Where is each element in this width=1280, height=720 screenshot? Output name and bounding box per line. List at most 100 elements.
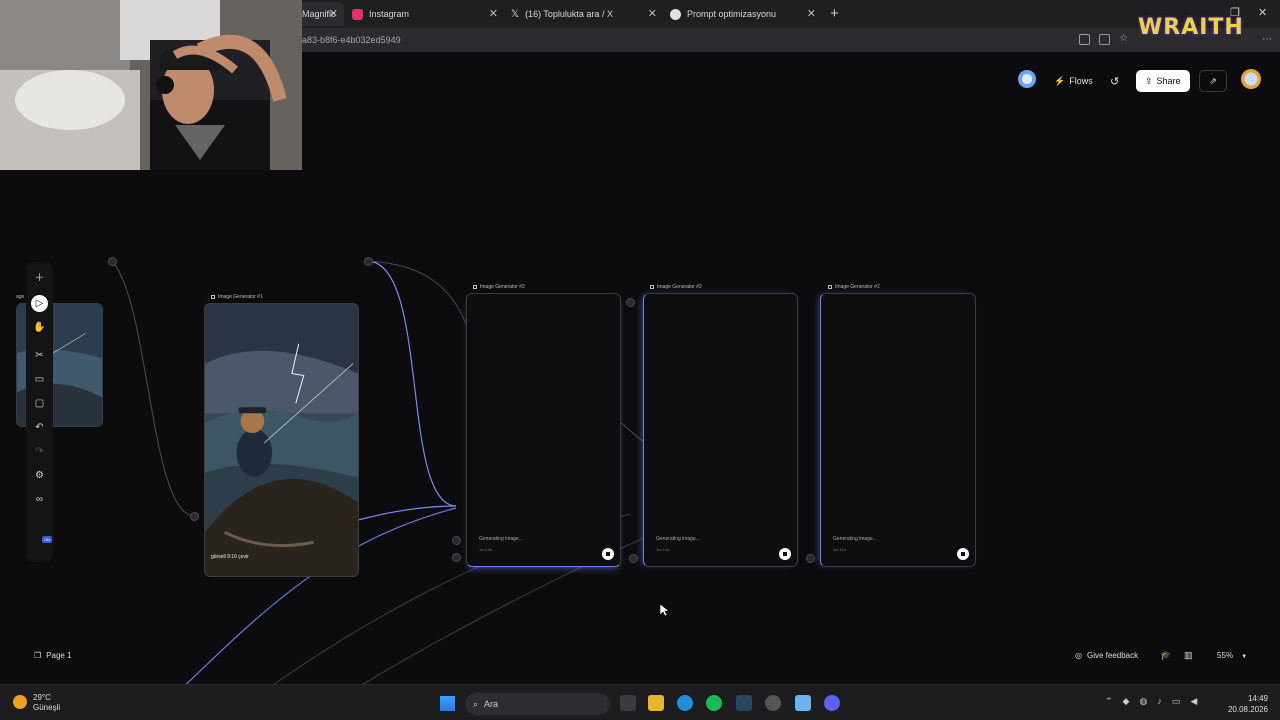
webcam-feed-image bbox=[0, 0, 302, 170]
taskbar-search[interactable]: ⌕ Ara bbox=[465, 693, 610, 715]
generating-status: Generating image... bbox=[656, 536, 700, 542]
image-generator-2a-node[interactable]: Generating image... 1m 12s bbox=[466, 293, 621, 567]
lightning-icon: ⚡ bbox=[1054, 75, 1066, 86]
input-port[interactable] bbox=[629, 554, 638, 563]
mouse-cursor-icon bbox=[659, 603, 669, 617]
node-title-label: Image Generator #2 bbox=[835, 284, 880, 290]
image-generator-1-node[interactable]: görseli 9:16 çevir bbox=[204, 303, 359, 577]
connection-line bbox=[367, 260, 467, 325]
new-tab-button[interactable]: + bbox=[830, 5, 839, 22]
collaborator-avatar[interactable] bbox=[1018, 70, 1036, 88]
volume-icon[interactable]: ◀ bbox=[1190, 696, 1197, 707]
discord-icon[interactable] bbox=[824, 695, 840, 711]
stop-button[interactable] bbox=[779, 548, 791, 560]
close-icon[interactable]: ✕ bbox=[489, 7, 498, 20]
edge-icon[interactable] bbox=[677, 695, 693, 711]
select-icon[interactable]: ▷ bbox=[31, 295, 48, 312]
spotify-icon[interactable] bbox=[706, 695, 722, 711]
feedback-button[interactable]: ◎ Give feedback bbox=[1075, 651, 1138, 660]
undo-icon[interactable]: ↶ bbox=[31, 419, 48, 436]
reader-icon[interactable] bbox=[1099, 34, 1110, 45]
input-port[interactable] bbox=[452, 536, 461, 545]
steam-icon[interactable] bbox=[736, 695, 752, 711]
tab-label: Prompt optimizasyonu bbox=[687, 9, 777, 19]
more-icon[interactable]: ⋯ bbox=[1262, 34, 1272, 45]
feedback-label: Give feedback bbox=[1086, 651, 1139, 660]
steam-tray-icon[interactable]: ◆ bbox=[1123, 696, 1130, 707]
output-port[interactable] bbox=[364, 257, 373, 266]
output-port[interactable] bbox=[108, 257, 117, 266]
image-generator-2b-node[interactable]: Generating image... 1m 12s bbox=[643, 293, 798, 567]
image-icon bbox=[650, 285, 654, 289]
tab-magnific[interactable]: Magnific ✕ bbox=[296, 2, 344, 26]
page-icon: ❐ bbox=[34, 651, 42, 660]
node-caption: görseli 9:16 çevir bbox=[211, 554, 249, 560]
image-generator-2c-node[interactable]: Generating image... 1m 11s bbox=[820, 293, 976, 567]
node-title-label: Image Generator #2 bbox=[480, 284, 525, 290]
clock-date: 20.08.2026 bbox=[1227, 705, 1268, 714]
sticky-note-icon[interactable]: ▭ bbox=[31, 371, 48, 388]
image-icon bbox=[828, 285, 832, 289]
close-icon[interactable]: ✕ bbox=[329, 7, 338, 20]
task-view-icon[interactable] bbox=[620, 695, 636, 711]
tab-x[interactable]: 𝕏 (16) Toplulukta ara / X ✕ bbox=[505, 2, 663, 26]
microphone-icon[interactable]: ♪ bbox=[1157, 696, 1162, 707]
output-port[interactable] bbox=[626, 298, 635, 307]
file-explorer-icon[interactable] bbox=[648, 695, 664, 711]
stop-button[interactable] bbox=[602, 548, 614, 560]
notepad-icon[interactable] bbox=[795, 695, 811, 711]
tab-instagram[interactable]: Instagram ✕ bbox=[346, 2, 504, 26]
app-icon[interactable] bbox=[765, 695, 781, 711]
favorite-icon[interactable]: ☆ bbox=[1119, 34, 1130, 45]
weather-temp: 29°C bbox=[33, 693, 51, 702]
map-icon[interactable]: ▥ bbox=[1184, 650, 1193, 661]
user-avatar[interactable] bbox=[1241, 69, 1261, 89]
flow-canvas[interactable]: age Image Generator #1 görseli 9:16 çevi… bbox=[0, 104, 1280, 684]
input-port[interactable] bbox=[806, 554, 815, 563]
weather-widget[interactable]: 29°C Güneşli bbox=[33, 693, 60, 713]
settings-icon[interactable]: ⚙ bbox=[31, 467, 48, 484]
feedback-icon: ◎ bbox=[1075, 651, 1082, 660]
image-icon bbox=[473, 285, 477, 289]
flows-button[interactable]: ⚡ Flows bbox=[1054, 70, 1093, 92]
elapsed-time: 1m 11s bbox=[833, 547, 846, 552]
share-button[interactable]: ⇪ Share bbox=[1136, 70, 1190, 92]
clock[interactable]: 14:49 20.08.2026 bbox=[1228, 693, 1268, 715]
input-port[interactable] bbox=[452, 553, 461, 562]
url-field[interactable]: a83-b8f6-e4b032ed5949 bbox=[302, 35, 401, 45]
windows-start-icon[interactable] bbox=[440, 696, 455, 711]
page-selector[interactable]: ❐ Page 1 bbox=[34, 651, 72, 660]
tab-label: (16) Toplulukta ara / X bbox=[525, 9, 613, 19]
close-window-icon[interactable]: ✕ bbox=[1258, 6, 1267, 19]
comment-icon[interactable]: ▢ bbox=[31, 395, 48, 412]
network-icon[interactable]: ◍ bbox=[1139, 696, 1147, 707]
export-button[interactable]: ⇗ bbox=[1199, 70, 1227, 92]
tutorial-icon[interactable]: 🎓 bbox=[1160, 650, 1171, 661]
chevron-up-icon[interactable]: ⌃ bbox=[1105, 696, 1113, 707]
elapsed-time: 1m 12s bbox=[656, 547, 670, 552]
input-port[interactable] bbox=[190, 512, 199, 521]
zoom-control[interactable]: 55% ▼ bbox=[1217, 651, 1247, 660]
node-title: Image Generator #2 bbox=[828, 284, 880, 290]
wraith-logo: WRAITH bbox=[1138, 15, 1244, 40]
webcam-overlay bbox=[0, 0, 302, 170]
left-toolbar: ＋ ▷ ✋ ✂ ▭ ▢ ↶ ↷ ⚙ ∞ bbox=[26, 262, 53, 562]
hand-icon[interactable]: ✋ bbox=[31, 319, 48, 336]
tab-prompt-optimization[interactable]: Prompt optimizasyonu ✕ bbox=[664, 2, 822, 26]
stop-button[interactable] bbox=[957, 548, 969, 560]
flows-label: Flows bbox=[1069, 76, 1093, 86]
translate-icon[interactable] bbox=[1079, 34, 1090, 45]
close-icon[interactable]: ✕ bbox=[807, 7, 816, 20]
scissors-icon[interactable]: ✂ bbox=[31, 347, 48, 364]
history-icon[interactable]: ↺ bbox=[1110, 70, 1119, 92]
node-title-label: Image Generator #2 bbox=[657, 284, 702, 290]
weather-desc: Güneşli bbox=[33, 703, 61, 712]
display-icon[interactable]: ▭ bbox=[1172, 696, 1181, 707]
infinity-icon[interactable]: ∞ bbox=[31, 491, 48, 508]
generating-status: Generating image... bbox=[479, 536, 523, 542]
add-icon[interactable]: ＋ bbox=[31, 268, 48, 285]
redo-icon[interactable]: ↷ bbox=[31, 443, 48, 460]
close-icon[interactable]: ✕ bbox=[648, 7, 657, 20]
connections-layer bbox=[111, 260, 701, 684]
address-bar-icons: ☆ bbox=[1079, 34, 1130, 45]
